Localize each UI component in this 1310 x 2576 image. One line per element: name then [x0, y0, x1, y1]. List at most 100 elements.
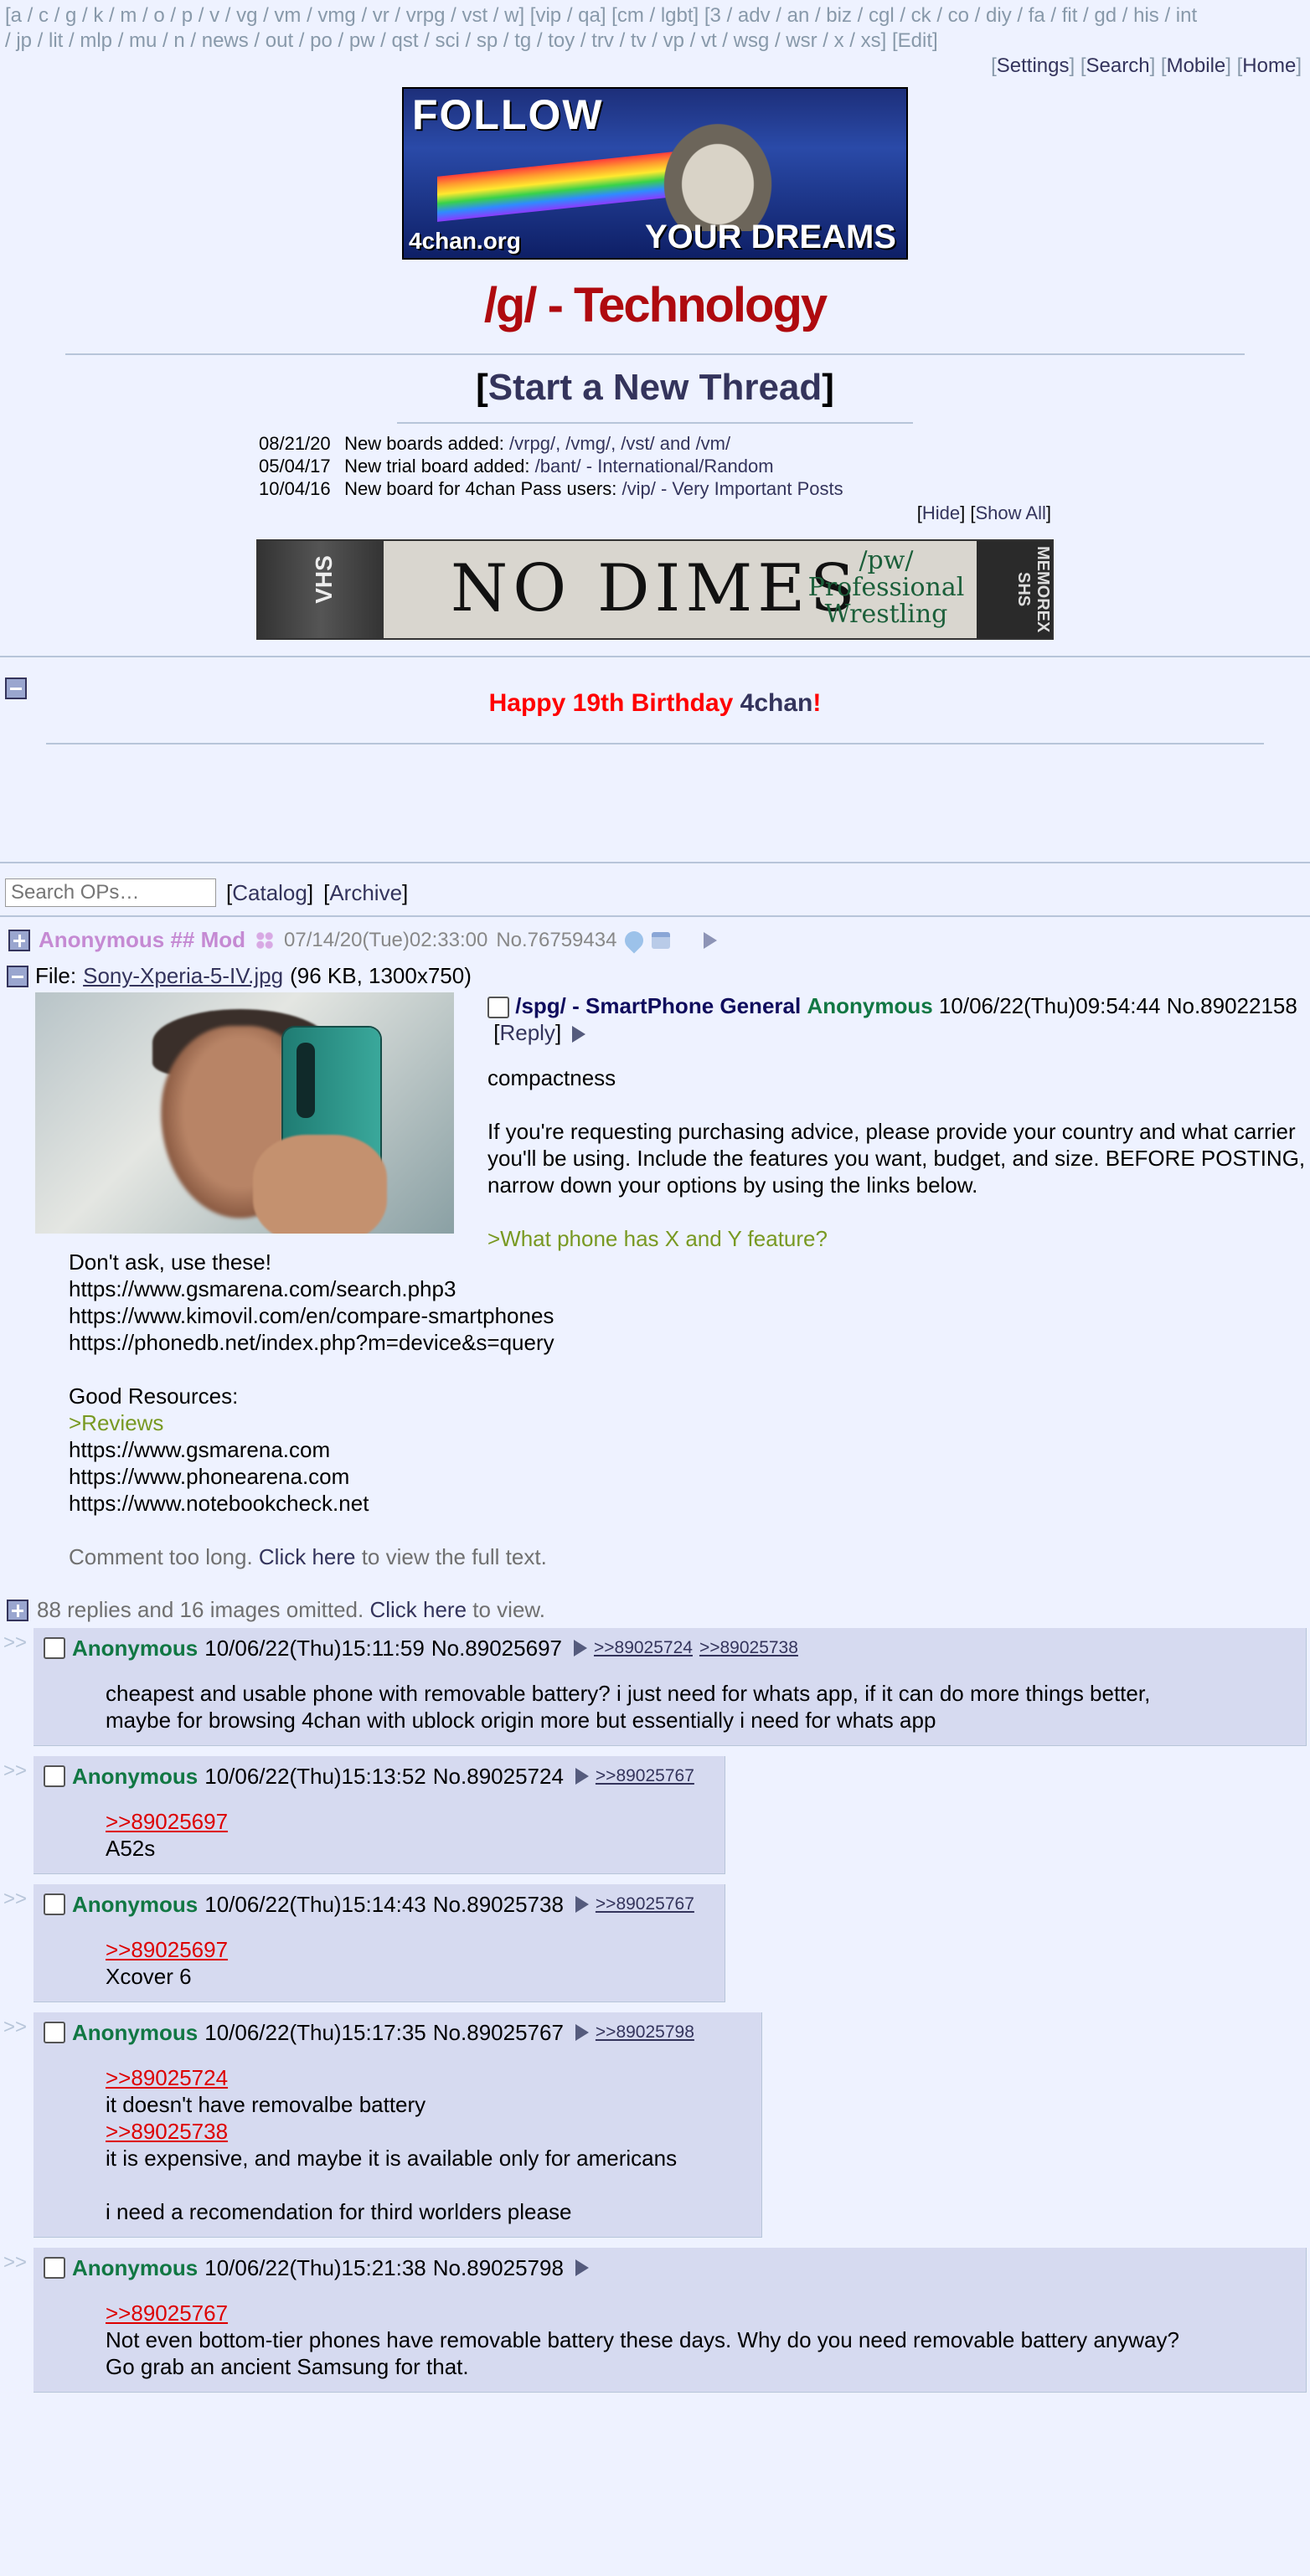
ad-banner[interactable]: VHS NO DIMES /pw/ Professional Wrestling…	[256, 539, 1054, 640]
closed-lock-icon	[652, 931, 671, 949]
post-select-checkbox[interactable]	[44, 2257, 65, 2279]
show-all-news-link[interactable]: Show All	[975, 502, 1045, 523]
search-link[interactable]: Search	[1086, 54, 1150, 77]
poster-name-mod: Anonymous ## Mod	[39, 927, 246, 952]
abbr-text: Comment too long.	[69, 1544, 259, 1569]
message-line: i need a recomendation for third worlder…	[106, 2199, 572, 2224]
board-nav: [a / c / g / k / m / o / p / v / vg / vm…	[0, 0, 1310, 54]
post-menu-icon[interactable]	[573, 1640, 587, 1656]
url-text: https://www.phonearena.com	[69, 1464, 350, 1489]
search-ops-input[interactable]	[5, 878, 216, 907]
mobile-link[interactable]: Mobile	[1167, 54, 1226, 77]
post-number[interactable]: No.89025798	[433, 2254, 564, 2281]
hide-news-link[interactable]: Hide	[922, 502, 960, 523]
file-label: File:	[35, 963, 77, 988]
message-line: A52s	[106, 1836, 156, 1861]
horse-rider-graphic	[655, 114, 781, 231]
divider	[0, 915, 1310, 917]
post-number[interactable]: No.89022158	[1167, 993, 1297, 1018]
quote-link[interactable]: >>89025738	[106, 2119, 228, 2144]
board-nav-line-1[interactable]: [a / c / g / k / m / o / p / v / vg / vm…	[5, 3, 1305, 28]
top-right-links: [Settings] [Search] [Mobile] [Home]	[991, 54, 1302, 77]
announcement-part: !	[812, 689, 822, 717]
poster-name: Anonymous	[72, 1636, 199, 1661]
quote-link[interactable]: >>89025767	[106, 2300, 228, 2326]
post-datetime: 10/06/22(Thu)09:54:44	[938, 993, 1161, 1018]
news-link[interactable]: /bant/ - International/Random	[535, 456, 774, 477]
news-text: New boards added:	[344, 433, 504, 454]
news-box: 08/21/20 New boards added: /vrpg/, /vmg/…	[259, 432, 1051, 524]
sticky-thread-header: Anonymous ## Mod 07/14/20(Tue)02:33:00 N…	[0, 920, 1310, 960]
banner-image[interactable]: FOLLOW 4chan.org YOUR DREAMS	[402, 87, 908, 260]
backlink[interactable]: >>89025724	[594, 1635, 693, 1662]
news-item: 08/21/20 New boards added: /vrpg/, /vmg/…	[259, 432, 1051, 455]
sticky-pin-icon	[621, 926, 648, 954]
reply-message: >>89025697 A52s	[44, 1808, 714, 1862]
post-number[interactable]: No.76759434	[496, 929, 616, 952]
post-select-checkbox[interactable]	[487, 997, 509, 1019]
board-nav-line-2[interactable]: / jp / lit / mlp / mu / n / news / out /…	[5, 28, 1305, 54]
quote-link[interactable]: >>89025697	[106, 1809, 228, 1834]
url-text: https://www.gsmarena.com	[69, 1437, 331, 1462]
news-text: New board for 4chan Pass users:	[344, 478, 617, 499]
start-thread-toggle[interactable]: [Start a New Thread]	[0, 367, 1310, 409]
post-number[interactable]: No.89025767	[433, 2019, 564, 2046]
expand-icon[interactable]	[8, 929, 30, 951]
news-item: 05/04/17 New trial board added: /bant/ -…	[259, 455, 1051, 477]
start-thread-link[interactable]: Start a New Thread	[488, 367, 823, 408]
backlink[interactable]: >>89025767	[596, 1763, 694, 1790]
op-post-info: /spg/ - SmartPhone General Anonymous 10/…	[487, 993, 1297, 1045]
message-line: it is expensive, and maybe it is availab…	[106, 2146, 678, 2171]
post-menu-icon[interactable]	[575, 1896, 589, 1913]
post-menu-icon[interactable]	[704, 931, 718, 949]
catalog-link[interactable]: Catalog	[232, 880, 307, 905]
photo-hand	[253, 1135, 387, 1234]
post-select-checkbox[interactable]	[44, 1893, 65, 1915]
greentext-line: >What phone has X and Y feature?	[487, 1226, 828, 1251]
announcement-part: 4chan	[740, 689, 813, 717]
reply-message: >>89025767 Not even bottom-tier phones h…	[44, 2300, 1296, 2380]
board-title: /g/ - Technology	[483, 278, 828, 332]
file-link[interactable]: Sony-Xperia-5-IV.jpg	[83, 963, 283, 989]
post-menu-icon[interactable]	[575, 1768, 589, 1785]
news-link[interactable]: /vip/ - Very Important Posts	[622, 478, 843, 499]
announcement-text: Happy 19th Birthday 4chan!	[0, 667, 1310, 718]
omitted-text: to view.	[467, 1597, 545, 1622]
reply-link[interactable]: Reply	[499, 1020, 554, 1045]
collapse-icon[interactable]	[7, 965, 28, 987]
post-datetime: 10/06/22(Thu)15:14:43	[204, 1892, 426, 1917]
post-datetime: 10/06/22(Thu)15:13:52	[204, 1764, 426, 1789]
quote-link[interactable]: >>89025697	[106, 1937, 228, 1962]
message-line: maybe for browsing 4chan with ublock ori…	[106, 1708, 936, 1733]
post-menu-icon[interactable]	[575, 2024, 589, 2041]
post-number[interactable]: No.89025724	[433, 1763, 564, 1790]
reply-message: >>89025697 Xcover 6	[44, 1936, 714, 1990]
news-link[interactable]: /vrpg/, /vmg/, /vst/ and /vm/	[509, 433, 730, 454]
backlink[interactable]: >>89025738	[699, 1635, 798, 1662]
side-arrows: >>	[3, 2251, 28, 2274]
post-select-checkbox[interactable]	[44, 2022, 65, 2043]
backlink[interactable]: >>89025798	[596, 2019, 694, 2046]
post-select-checkbox[interactable]	[44, 1765, 65, 1787]
reply-post: Anonymous 10/06/22(Thu)15:21:38 No.89025…	[34, 2248, 1307, 2393]
post-number[interactable]: No.89025738	[433, 1891, 564, 1918]
home-link[interactable]: Home	[1242, 54, 1296, 77]
post-menu-icon[interactable]	[575, 2259, 589, 2276]
post-number[interactable]: No.89025697	[431, 1635, 562, 1662]
side-arrows: >>	[3, 1631, 28, 1654]
backlink[interactable]: >>89025767	[596, 1891, 694, 1918]
collapse-icon[interactable]	[5, 677, 27, 699]
greentext-line: >Reviews	[69, 1410, 164, 1435]
expand-icon[interactable]	[7, 1599, 28, 1621]
ad-side-text: /pw/ Professional Wrestling	[807, 546, 965, 629]
settings-link[interactable]: Settings	[997, 54, 1070, 77]
view-full-text-link[interactable]: Click here	[259, 1544, 356, 1569]
view-omitted-link[interactable]: Click here	[369, 1597, 467, 1622]
divider	[0, 656, 1310, 657]
reply-post: Anonymous 10/06/22(Thu)15:11:59 No.89025…	[34, 1628, 1307, 1746]
archive-link[interactable]: Archive	[329, 880, 402, 905]
quote-link[interactable]: >>89025724	[106, 2065, 228, 2090]
post-menu-icon[interactable]	[572, 1026, 586, 1043]
thumbnail-image[interactable]	[35, 992, 454, 1234]
post-select-checkbox[interactable]	[44, 1637, 65, 1659]
